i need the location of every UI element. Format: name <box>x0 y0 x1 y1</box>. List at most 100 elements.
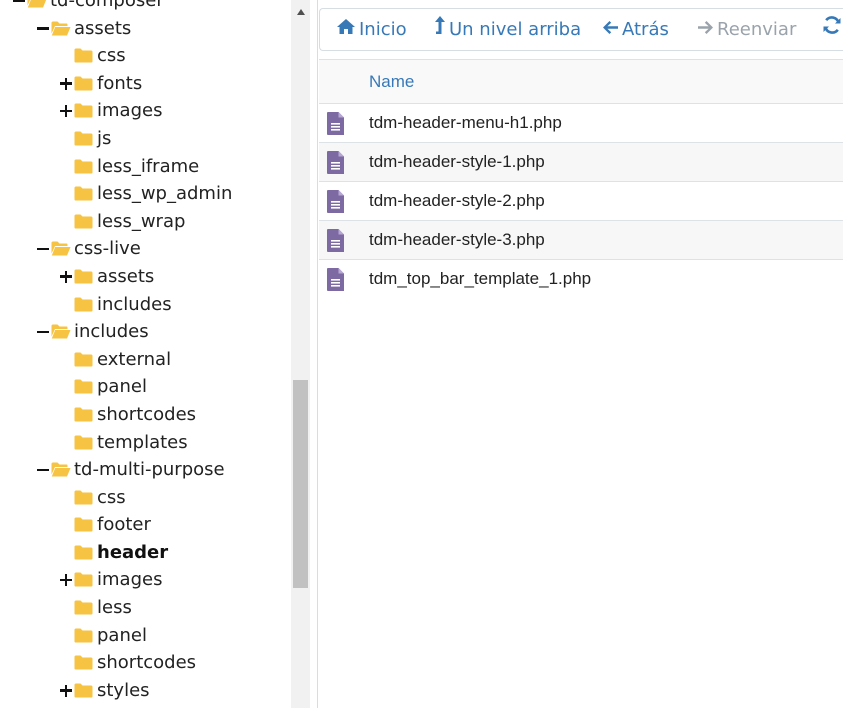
collapse-minus-icon[interactable] <box>36 235 50 263</box>
folder-icon <box>74 131 93 146</box>
scroll-up-arrow-icon[interactable] <box>291 0 310 24</box>
tree-item-includes[interactable]: includes <box>0 318 291 346</box>
back-button-label: Atrás <box>622 19 669 40</box>
file-row[interactable]: tdm-header-menu-h1.php <box>319 104 843 143</box>
tree-scrollbar[interactable] <box>291 0 310 708</box>
tree-item-td-multi-purpose[interactable]: td-multi-purpose <box>0 456 291 484</box>
tree-item-label: css <box>97 486 126 508</box>
tree-item-shortcodes[interactable]: shortcodes <box>0 649 291 677</box>
expand-plus-icon[interactable] <box>59 263 73 291</box>
folder-icon <box>74 517 93 532</box>
folder-open-icon <box>51 21 71 36</box>
file-name[interactable]: tdm_top_bar_template_1.php <box>369 260 591 298</box>
tree-item-css-live[interactable]: css-live <box>0 235 291 263</box>
folder-icon <box>74 600 93 615</box>
refresh-icon <box>822 9 842 50</box>
collapse-minus-icon[interactable] <box>36 456 50 484</box>
file-name[interactable]: tdm-header-style-2.php <box>369 182 545 220</box>
tree-item-includes[interactable]: includes <box>0 291 291 319</box>
file-name[interactable]: tdm-header-style-1.php <box>369 143 545 181</box>
expand-plus-icon[interactable] <box>59 70 73 98</box>
folder-open-icon <box>51 324 71 339</box>
tree-item-css[interactable]: css <box>0 42 291 70</box>
file-text-icon <box>327 112 344 135</box>
column-header-name[interactable]: Name <box>369 60 414 103</box>
tree-item-label: footer <box>97 514 151 536</box>
file-list-table: Name tdm-header-menu-h1.php tdm-header-st… <box>319 59 843 298</box>
tree-item-td-composer[interactable]: td-composer <box>0 0 291 15</box>
tree-item-label: shortcodes <box>97 403 197 425</box>
folder-icon <box>74 407 93 422</box>
up-one-level-button[interactable]: Un nivel arriba <box>434 9 581 50</box>
back-button[interactable]: Atrás <box>602 9 669 50</box>
tree-item-label: fonts <box>97 72 143 94</box>
file-row[interactable]: tdm-header-style-1.php <box>319 143 843 182</box>
tree-item-label: td-multi-purpose <box>74 459 225 481</box>
tree-item-panel[interactable]: panel <box>0 373 291 401</box>
file-name[interactable]: tdm-header-style-3.php <box>369 221 545 259</box>
file-text-icon <box>327 268 344 291</box>
tree-item-label: images <box>97 569 163 591</box>
tree-item-label: panel <box>97 624 147 646</box>
expand-plus-icon[interactable] <box>59 677 73 705</box>
tree-item-label: css <box>97 45 126 67</box>
arrow-right-icon <box>697 9 714 50</box>
expand-plus-icon[interactable] <box>59 566 73 594</box>
folder-icon <box>74 490 93 505</box>
folder-icon <box>74 655 93 670</box>
level-up-icon <box>434 9 446 50</box>
file-name[interactable]: tdm-header-menu-h1.php <box>369 104 562 142</box>
tree-item-label: less_wrap <box>97 210 186 232</box>
expand-plus-icon[interactable] <box>59 97 73 125</box>
tree-item-label: js <box>97 127 112 149</box>
home-button[interactable]: Inicio <box>336 9 407 50</box>
tree-item-js[interactable]: js <box>0 125 291 153</box>
forward-button[interactable]: Reenviar <box>697 9 796 50</box>
forward-button-label: Reenviar <box>717 19 797 40</box>
folder-icon <box>74 76 93 91</box>
file-row[interactable]: tdm-header-style-3.php <box>319 221 843 260</box>
refresh-button[interactable] <box>822 9 843 50</box>
tree-item-header[interactable]: header <box>0 539 291 567</box>
tree-item-label: shortcodes <box>97 652 197 674</box>
tree-item-css[interactable]: css <box>0 484 291 512</box>
tree-item-less_iframe[interactable]: less_iframe <box>0 153 291 181</box>
tree-item-footer[interactable]: footer <box>0 511 291 539</box>
tree-item-images[interactable]: images <box>0 566 291 594</box>
tree-item-less_wp_admin[interactable]: less_wp_admin <box>0 180 291 208</box>
tree-item-images[interactable]: images <box>0 97 291 125</box>
folder-icon <box>74 628 93 643</box>
tree-item-external[interactable]: external <box>0 346 291 374</box>
file-row[interactable]: tdm-header-style-2.php <box>319 182 843 221</box>
file-list-header: Name <box>319 60 843 104</box>
collapse-minus-icon[interactable] <box>36 318 50 346</box>
tree-item-styles[interactable]: styles <box>0 677 291 705</box>
tree-item-fonts[interactable]: fonts <box>0 70 291 98</box>
file-row[interactable]: tdm_top_bar_template_1.php <box>319 260 843 298</box>
tree-item-templates[interactable]: templates <box>0 429 291 457</box>
tree-item-less_wrap[interactable]: less_wrap <box>0 208 291 236</box>
folder-icon <box>74 103 93 118</box>
folder-open-icon <box>51 241 71 256</box>
folder-icon <box>74 435 93 450</box>
file-text-icon <box>327 151 344 174</box>
tree-item-label: assets <box>74 17 132 39</box>
folder-icon <box>74 352 93 367</box>
scrollbar-thumb[interactable] <box>293 380 308 588</box>
home-button-label: Inicio <box>359 19 407 40</box>
tree-item-shortcodes[interactable]: shortcodes <box>0 401 291 429</box>
tree-item-assets[interactable]: assets <box>0 15 291 43</box>
pane-divider[interactable] <box>310 0 318 708</box>
file-text-icon <box>327 190 344 213</box>
tree-item-less[interactable]: less <box>0 594 291 622</box>
folder-icon <box>74 379 93 394</box>
collapse-minus-icon[interactable] <box>36 15 50 43</box>
file-text-icon <box>327 229 344 252</box>
file-list-body: tdm-header-menu-h1.php tdm-header-style-1… <box>319 104 843 298</box>
tree-item-assets[interactable]: assets <box>0 263 291 291</box>
collapse-minus-icon[interactable] <box>12 0 26 15</box>
navigation-toolbar: Inicio Un nivel arriba Atrás Reenviar <box>319 8 843 51</box>
tree-item-panel[interactable]: panel <box>0 622 291 650</box>
folder-icon <box>74 297 93 312</box>
tree-item-label: less_wp_admin <box>97 183 233 205</box>
